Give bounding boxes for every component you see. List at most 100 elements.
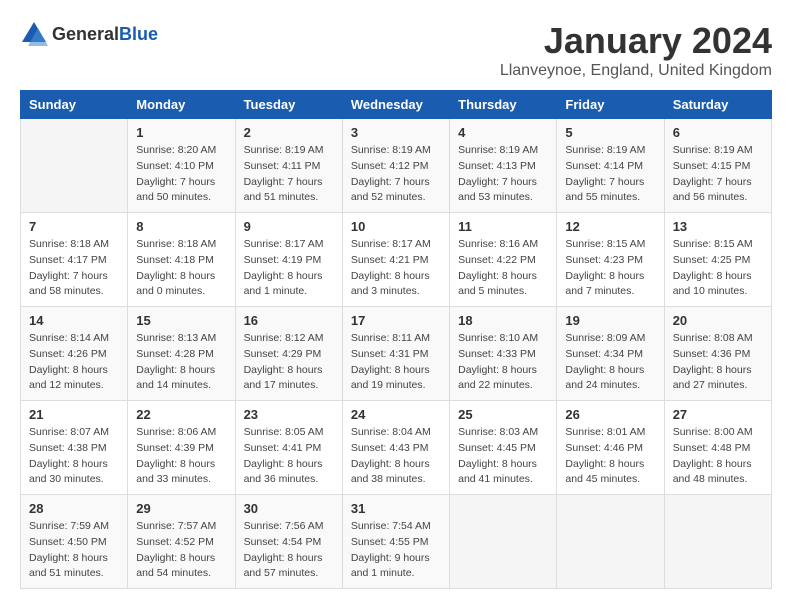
logo-general: General (52, 24, 119, 44)
day-number: 27 (673, 407, 763, 422)
day-number: 22 (136, 407, 226, 422)
day-cell: 14Sunrise: 8:14 AMSunset: 4:26 PMDayligh… (21, 307, 128, 401)
day-cell: 1 Sunrise: 8:20 AMSunset: 4:10 PMDaylight… (128, 119, 235, 213)
day-number: 7 (29, 219, 119, 234)
location-title: Llanveynoe, England, United Kingdom (500, 62, 772, 80)
week-row-2: 7 Sunrise: 8:18 AMSunset: 4:17 PMDaylight… (21, 213, 772, 307)
day-cell: 28 Sunrise: 7:59 AMSunset: 4:50 PMDayligh… (21, 495, 128, 589)
day-info: Sunrise: 8:12 AMSunset: 4:29 PMDaylight:… (244, 331, 334, 394)
day-cell: 13Sunrise: 8:15 AMSunset: 4:25 PMDayligh… (664, 213, 771, 307)
day-cell: 26Sunrise: 8:01 AMSunset: 4:46 PMDayligh… (557, 401, 664, 495)
day-headers-row: SundayMondayTuesdayWednesdayThursdayFrid… (21, 91, 772, 119)
day-header-sunday: Sunday (21, 91, 128, 119)
day-number: 21 (29, 407, 119, 422)
day-info: Sunrise: 8:15 AMSunset: 4:23 PMDaylight:… (565, 237, 655, 300)
day-number: 9 (244, 219, 334, 234)
day-header-saturday: Saturday (664, 91, 771, 119)
day-cell: 16 Sunrise: 8:12 AMSunset: 4:29 PMDayligh… (235, 307, 342, 401)
day-cell: 2Sunrise: 8:19 AMSunset: 4:11 PMDaylight… (235, 119, 342, 213)
day-number: 18 (458, 313, 548, 328)
day-cell: 31Sunrise: 7:54 AMSunset: 4:55 PMDayligh… (342, 495, 449, 589)
day-cell: 20Sunrise: 8:08 AMSunset: 4:36 PMDayligh… (664, 307, 771, 401)
day-info: Sunrise: 8:20 AMSunset: 4:10 PMDaylight:… (136, 143, 226, 206)
day-cell: 19 Sunrise: 8:09 AMSunset: 4:34 PMDayligh… (557, 307, 664, 401)
day-number: 28 (29, 501, 119, 516)
day-info: Sunrise: 8:05 AMSunset: 4:41 PMDaylight:… (244, 425, 334, 488)
day-number: 26 (565, 407, 655, 422)
day-info: Sunrise: 8:07 AMSunset: 4:38 PMDaylight:… (29, 425, 119, 488)
day-cell: 8Sunrise: 8:18 AMSunset: 4:18 PMDaylight… (128, 213, 235, 307)
day-number: 12 (565, 219, 655, 234)
day-info: Sunrise: 8:14 AMSunset: 4:26 PMDaylight:… (29, 331, 119, 394)
day-number: 2 (244, 125, 334, 140)
day-info: Sunrise: 8:04 AMSunset: 4:43 PMDaylight:… (351, 425, 441, 488)
week-row-3: 14Sunrise: 8:14 AMSunset: 4:26 PMDayligh… (21, 307, 772, 401)
month-title: January 2024 (500, 20, 772, 62)
day-number: 17 (351, 313, 441, 328)
day-info: Sunrise: 8:19 AMSunset: 4:13 PMDaylight:… (458, 143, 548, 206)
day-cell: 11 Sunrise: 8:16 AMSunset: 4:22 PMDayligh… (450, 213, 557, 307)
day-cell: 29 Sunrise: 7:57 AMSunset: 4:52 PMDayligh… (128, 495, 235, 589)
day-number: 15 (136, 313, 226, 328)
day-number: 3 (351, 125, 441, 140)
day-cell: 27 Sunrise: 8:00 AMSunset: 4:48 PMDayligh… (664, 401, 771, 495)
day-cell: 24Sunrise: 8:04 AMSunset: 4:43 PMDayligh… (342, 401, 449, 495)
week-row-4: 21 Sunrise: 8:07 AMSunset: 4:38 PMDayligh… (21, 401, 772, 495)
day-cell: 17Sunrise: 8:11 AMSunset: 4:31 PMDayligh… (342, 307, 449, 401)
day-info: Sunrise: 8:19 AMSunset: 4:14 PMDaylight:… (565, 143, 655, 206)
header: GeneralBlue January 2024 Llanveynoe, Eng… (20, 20, 772, 80)
day-cell: 18Sunrise: 8:10 AMSunset: 4:33 PMDayligh… (450, 307, 557, 401)
day-number: 19 (565, 313, 655, 328)
day-cell (450, 495, 557, 589)
title-area: January 2024 Llanveynoe, England, United… (500, 20, 772, 80)
day-number: 6 (673, 125, 763, 140)
day-info: Sunrise: 8:09 AMSunset: 4:34 PMDaylight:… (565, 331, 655, 394)
logo-blue: Blue (119, 24, 158, 44)
day-cell: 3 Sunrise: 8:19 AMSunset: 4:12 PMDaylight… (342, 119, 449, 213)
day-cell: 5Sunrise: 8:19 AMSunset: 4:14 PMDaylight… (557, 119, 664, 213)
day-number: 30 (244, 501, 334, 516)
day-number: 10 (351, 219, 441, 234)
day-info: Sunrise: 8:18 AMSunset: 4:17 PMDaylight:… (29, 237, 119, 300)
day-cell (21, 119, 128, 213)
day-header-tuesday: Tuesday (235, 91, 342, 119)
day-info: Sunrise: 8:17 AMSunset: 4:21 PMDaylight:… (351, 237, 441, 300)
day-info: Sunrise: 8:06 AMSunset: 4:39 PMDaylight:… (136, 425, 226, 488)
day-number: 31 (351, 501, 441, 516)
day-number: 16 (244, 313, 334, 328)
day-cell: 4 Sunrise: 8:19 AMSunset: 4:13 PMDaylight… (450, 119, 557, 213)
day-header-thursday: Thursday (450, 91, 557, 119)
day-cell: 12 Sunrise: 8:15 AMSunset: 4:23 PMDayligh… (557, 213, 664, 307)
day-cell: 30 Sunrise: 7:56 AMSunset: 4:54 PMDayligh… (235, 495, 342, 589)
day-cell: 23Sunrise: 8:05 AMSunset: 4:41 PMDayligh… (235, 401, 342, 495)
calendar-table: SundayMondayTuesdayWednesdayThursdayFrid… (20, 90, 772, 589)
day-cell: 25Sunrise: 8:03 AMSunset: 4:45 PMDayligh… (450, 401, 557, 495)
day-number: 20 (673, 313, 763, 328)
day-cell: 9Sunrise: 8:17 AMSunset: 4:19 PMDaylight… (235, 213, 342, 307)
day-cell: 10 Sunrise: 8:17 AMSunset: 4:21 PMDayligh… (342, 213, 449, 307)
day-cell (557, 495, 664, 589)
day-cell: 21 Sunrise: 8:07 AMSunset: 4:38 PMDayligh… (21, 401, 128, 495)
day-number: 11 (458, 219, 548, 234)
day-info: Sunrise: 8:00 AMSunset: 4:48 PMDaylight:… (673, 425, 763, 488)
day-info: Sunrise: 7:59 AMSunset: 4:50 PMDaylight:… (29, 519, 119, 582)
day-info: Sunrise: 7:56 AMSunset: 4:54 PMDaylight:… (244, 519, 334, 582)
day-info: Sunrise: 8:19 AMSunset: 4:12 PMDaylight:… (351, 143, 441, 206)
day-info: Sunrise: 8:18 AMSunset: 4:18 PMDaylight:… (136, 237, 226, 300)
day-cell (664, 495, 771, 589)
day-number: 25 (458, 407, 548, 422)
day-number: 13 (673, 219, 763, 234)
day-header-monday: Monday (128, 91, 235, 119)
day-cell: 22 Sunrise: 8:06 AMSunset: 4:39 PMDayligh… (128, 401, 235, 495)
week-row-5: 28 Sunrise: 7:59 AMSunset: 4:50 PMDayligh… (21, 495, 772, 589)
day-info: Sunrise: 7:57 AMSunset: 4:52 PMDaylight:… (136, 519, 226, 582)
day-cell: 6 Sunrise: 8:19 AMSunset: 4:15 PMDaylight… (664, 119, 771, 213)
day-number: 1 (136, 125, 226, 140)
day-number: 29 (136, 501, 226, 516)
day-number: 4 (458, 125, 548, 140)
day-cell: 7 Sunrise: 8:18 AMSunset: 4:17 PMDaylight… (21, 213, 128, 307)
week-row-1: 1 Sunrise: 8:20 AMSunset: 4:10 PMDaylight… (21, 119, 772, 213)
day-header-friday: Friday (557, 91, 664, 119)
day-info: Sunrise: 8:16 AMSunset: 4:22 PMDaylight:… (458, 237, 548, 300)
day-info: Sunrise: 8:19 AMSunset: 4:15 PMDaylight:… (673, 143, 763, 206)
